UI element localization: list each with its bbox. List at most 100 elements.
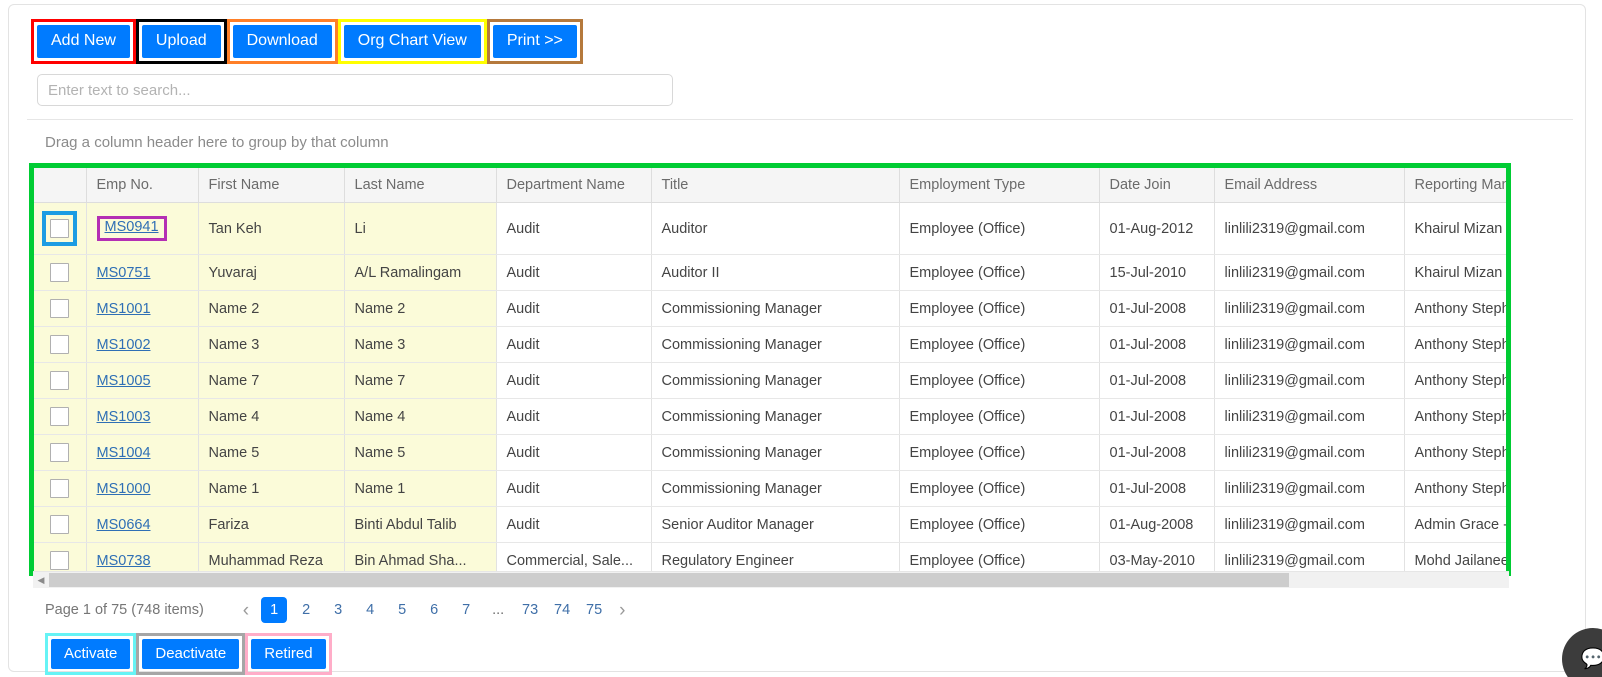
cell-emp-no[interactable]: MS0941 bbox=[86, 202, 199, 255]
cell-emp-no[interactable]: MS1004 bbox=[86, 434, 199, 471]
column-header-manager[interactable]: Reporting Manager bbox=[1404, 168, 1506, 203]
column-header-emp-type[interactable]: Employment Type bbox=[899, 168, 1100, 203]
cell-check[interactable] bbox=[34, 254, 87, 291]
cell-check[interactable] bbox=[34, 290, 87, 327]
grid-horizontal-scrollbar[interactable]: ◀ bbox=[33, 571, 1509, 588]
cell-title: Senior Auditor Manager bbox=[651, 506, 900, 543]
table-row[interactable]: MS0941 Tan Keh Li Audit Auditor Employee (Off… bbox=[34, 202, 1506, 255]
cell-first-name: Yuvaraj bbox=[198, 254, 345, 291]
table-header-row: Emp No. First Name Last Name Department Nam… bbox=[34, 168, 1506, 203]
row-checkbox[interactable] bbox=[50, 407, 70, 426]
cell-department: Audit bbox=[496, 434, 652, 471]
row-checkbox[interactable] bbox=[50, 479, 70, 498]
cell-email: linlili2319@gmail.com bbox=[1214, 290, 1405, 327]
row-checkbox[interactable] bbox=[50, 551, 70, 570]
row-checkbox[interactable] bbox=[50, 299, 70, 318]
table-row[interactable]: MS1005 Name 7 Name 7 Audit Commissioning Man… bbox=[34, 362, 1506, 399]
toolbar-button-wrapper-4: Print >> bbox=[486, 19, 583, 64]
pagination-prev-icon[interactable]: ‹ bbox=[234, 601, 258, 620]
row-checkbox[interactable] bbox=[50, 219, 70, 238]
table-row[interactable]: MS0664 Fariza Binti Abdul Talib Audit Senior… bbox=[34, 506, 1506, 543]
pagination-page-3[interactable]: 3 bbox=[325, 597, 351, 623]
cell-first-name: Name 7 bbox=[198, 362, 345, 399]
cell-check[interactable] bbox=[34, 434, 87, 471]
row-checkbox[interactable] bbox=[50, 443, 70, 462]
cell-emp-no[interactable]: MS1000 bbox=[86, 470, 199, 507]
cell-department: Audit bbox=[496, 362, 652, 399]
cell-emp-no[interactable]: MS0664 bbox=[86, 506, 199, 543]
pagination-page-4[interactable]: 4 bbox=[357, 597, 383, 623]
column-header-emp-no[interactable]: Emp No. bbox=[86, 168, 199, 203]
cell-emp-no[interactable]: MS1001 bbox=[86, 290, 199, 327]
employee-number-link[interactable]: MS1001 bbox=[97, 301, 151, 317]
cell-emp-no[interactable]: MS1002 bbox=[86, 326, 199, 363]
cell-check[interactable] bbox=[34, 470, 87, 507]
cell-emp-type: Employee (Office) bbox=[899, 326, 1100, 363]
search-input[interactable] bbox=[37, 74, 673, 106]
cell-check[interactable] bbox=[34, 362, 87, 399]
cell-date-join: 01-Jul-2008 bbox=[1099, 398, 1215, 435]
employee-number-link[interactable]: MS1005 bbox=[97, 373, 151, 389]
bottom-button-deactivate[interactable]: Deactivate bbox=[142, 639, 240, 669]
toolbar-button-org-chart-view[interactable]: Org Chart View bbox=[343, 25, 481, 58]
column-header-title[interactable]: Title bbox=[651, 168, 900, 203]
bottom-button-activate[interactable]: Activate bbox=[51, 639, 131, 669]
pagination-page-7[interactable]: 7 bbox=[453, 597, 479, 623]
table-row[interactable]: MS0751 Yuvaraj A/L Ramalingam Audit Auditor … bbox=[34, 254, 1506, 291]
cell-manager: Anthony Stephen bbox=[1404, 434, 1506, 471]
pagination-page-73[interactable]: 73 bbox=[517, 597, 543, 623]
cell-date-join: 01-Jul-2008 bbox=[1099, 326, 1215, 363]
table-row[interactable]: MS1003 Name 4 Name 4 Audit Commissioning Man… bbox=[34, 398, 1506, 435]
table-row[interactable]: MS1002 Name 3 Name 3 Audit Commissioning Man… bbox=[34, 326, 1506, 363]
pagination-page-6[interactable]: 6 bbox=[421, 597, 447, 623]
column-header-check[interactable] bbox=[34, 168, 87, 203]
row-checkbox[interactable] bbox=[50, 515, 70, 534]
pagination-page-75[interactable]: 75 bbox=[581, 597, 607, 623]
employee-number-link[interactable]: MS0941 bbox=[105, 219, 159, 235]
cell-email: linlili2319@gmail.com bbox=[1214, 434, 1405, 471]
cell-manager: Anthony Stephen bbox=[1404, 470, 1506, 507]
cell-email: linlili2319@gmail.com bbox=[1214, 202, 1405, 255]
column-header-date-join[interactable]: Date Join bbox=[1099, 168, 1215, 203]
cell-check[interactable] bbox=[34, 326, 87, 363]
cell-emp-no[interactable]: MS1003 bbox=[86, 398, 199, 435]
pagination-page-5[interactable]: 5 bbox=[389, 597, 415, 623]
employee-number-link[interactable]: MS1000 bbox=[97, 481, 151, 497]
toolbar-button-print[interactable]: Print >> bbox=[492, 25, 577, 58]
bottom-button-retired[interactable]: Retired bbox=[251, 639, 326, 669]
table-row[interactable]: MS1001 Name 2 Name 2 Audit Commissioning Man… bbox=[34, 290, 1506, 327]
pagination-page-74[interactable]: 74 bbox=[549, 597, 575, 623]
cell-last-name: Name 5 bbox=[344, 434, 497, 471]
row-checkbox[interactable] bbox=[50, 263, 70, 282]
cell-first-name: Name 4 bbox=[198, 398, 345, 435]
table-row[interactable]: MS1000 Name 1 Name 1 Audit Commissioning Man… bbox=[34, 470, 1506, 507]
cell-check[interactable] bbox=[34, 398, 87, 435]
employee-number-link[interactable]: MS1002 bbox=[97, 337, 151, 353]
pagination-page-2[interactable]: 2 bbox=[293, 597, 319, 623]
employee-number-link[interactable]: MS0738 bbox=[97, 553, 151, 569]
table-row[interactable]: MS1004 Name 5 Name 5 Audit Commissioning Man… bbox=[34, 434, 1506, 471]
cell-last-name: Name 4 bbox=[344, 398, 497, 435]
toolbar-button-add-new[interactable]: Add New bbox=[37, 25, 130, 58]
toolbar-button-upload[interactable]: Upload bbox=[141, 25, 221, 58]
pagination-page-1[interactable]: 1 bbox=[261, 597, 288, 623]
scrollbar-thumb[interactable] bbox=[49, 573, 1289, 587]
row-checkbox[interactable] bbox=[50, 335, 70, 354]
row-checkbox[interactable] bbox=[50, 371, 70, 390]
toolbar-button-download[interactable]: Download bbox=[232, 25, 332, 58]
column-header-last-name[interactable]: Last Name bbox=[344, 168, 497, 203]
column-header-department[interactable]: Department Name bbox=[496, 168, 652, 203]
employee-number-link[interactable]: MS1004 bbox=[97, 445, 151, 461]
cell-check[interactable] bbox=[34, 202, 87, 255]
scroll-left-arrow-icon[interactable]: ◀ bbox=[33, 572, 49, 588]
cell-last-name: Name 3 bbox=[344, 326, 497, 363]
employee-number-link[interactable]: MS0664 bbox=[97, 517, 151, 533]
column-header-first-name[interactable]: First Name bbox=[198, 168, 345, 203]
cell-emp-no[interactable]: MS1005 bbox=[86, 362, 199, 399]
column-header-email[interactable]: Email Address bbox=[1214, 168, 1405, 203]
employee-number-link[interactable]: MS0751 bbox=[97, 265, 151, 281]
employee-number-link[interactable]: MS1003 bbox=[97, 409, 151, 425]
cell-emp-no[interactable]: MS0751 bbox=[86, 254, 199, 291]
pagination-next-icon[interactable]: › bbox=[610, 601, 634, 620]
cell-check[interactable] bbox=[34, 506, 87, 543]
